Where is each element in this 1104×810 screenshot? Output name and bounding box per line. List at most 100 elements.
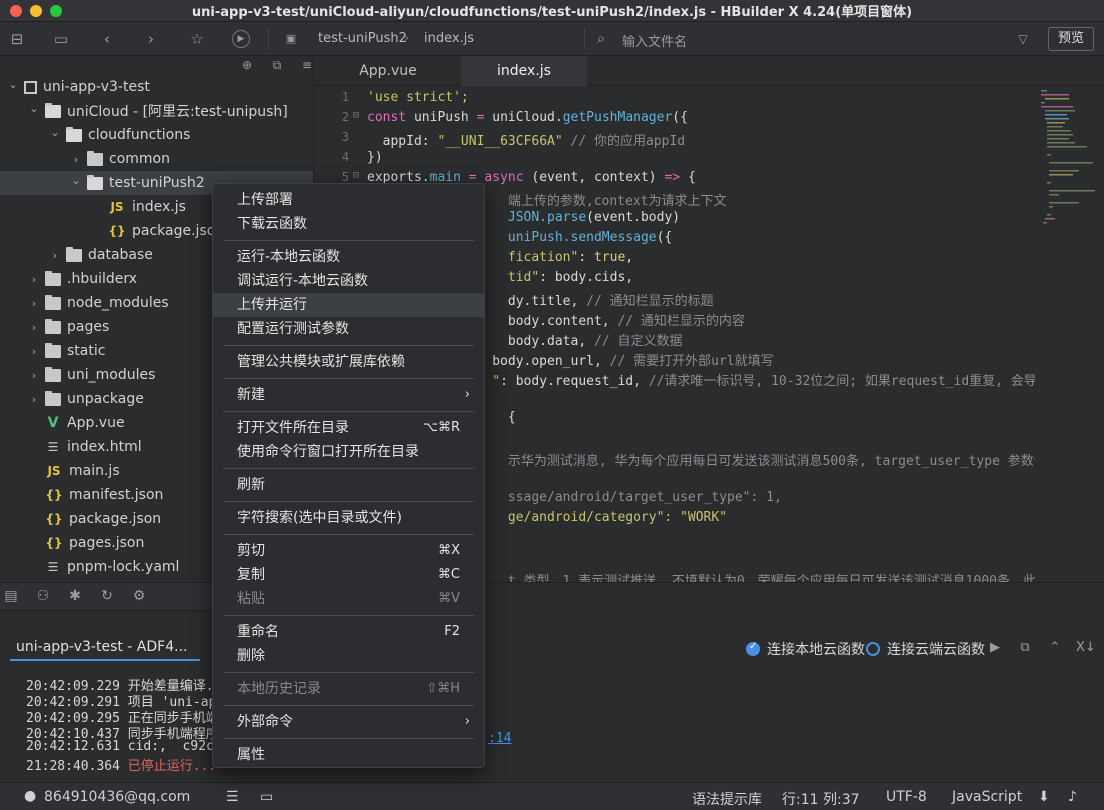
syntax-lib-label[interactable]: 语法提示库 bbox=[692, 789, 762, 809]
export-icon[interactable]: ⧉ bbox=[1016, 639, 1034, 657]
close-panel-icon[interactable]: X↓ bbox=[1076, 639, 1096, 657]
account-label[interactable]: 864910436@qq.com bbox=[44, 789, 190, 805]
chevron-right-icon[interactable]: › bbox=[48, 249, 62, 262]
breadcrumb-folder[interactable]: test-uniPush2 bbox=[318, 31, 407, 46]
close-window-button[interactable] bbox=[10, 5, 22, 17]
terminal-icon[interactable]: ▭ bbox=[260, 789, 273, 805]
menu-item[interactable]: 上传并运行 bbox=[213, 293, 484, 317]
source-control-icon[interactable]: ↻ bbox=[98, 587, 116, 605]
bug-icon[interactable]: ✱ bbox=[66, 587, 84, 605]
menu-item[interactable]: 使用命令行窗口打开所在目录 bbox=[213, 440, 484, 464]
menu-item[interactable]: 配置运行测试参数 bbox=[213, 317, 484, 341]
menu-separator bbox=[223, 672, 474, 673]
menu-item[interactable]: 复制 ⌘C bbox=[213, 563, 484, 587]
chevron-right-icon[interactable]: › bbox=[27, 321, 41, 334]
chevron-down-icon[interactable]: ⌄ bbox=[69, 174, 83, 187]
encoding-label[interactable]: UTF-8 bbox=[886, 789, 927, 805]
chevron-down-icon[interactable]: ⌄ bbox=[6, 78, 20, 91]
project-manager-icon[interactable]: ▤ bbox=[2, 587, 20, 605]
star-icon[interactable]: ☆ bbox=[188, 30, 206, 48]
locate-icon[interactable]: ⊕ bbox=[238, 56, 256, 74]
menu-item[interactable]: 上传部署 bbox=[213, 188, 484, 212]
yaml-file-icon: ☰ bbox=[47, 560, 59, 574]
cursor-position[interactable]: 行:11 列:37 bbox=[782, 789, 860, 809]
menu-item[interactable]: 重命名 F2 bbox=[213, 620, 484, 644]
debug-icon[interactable]: ⚇ bbox=[34, 587, 52, 605]
tree-item-label: pages.json bbox=[69, 535, 145, 551]
code-token: JSON.parse bbox=[507, 210, 587, 225]
log-link[interactable]: :14 bbox=[488, 731, 511, 746]
chevron-right-icon[interactable]: › bbox=[69, 153, 83, 166]
tree-item[interactable]: › common bbox=[0, 147, 313, 171]
explorer-menu-icon[interactable]: ≡ bbox=[298, 56, 313, 74]
code-token: uniPush bbox=[413, 110, 477, 125]
chevron-down-icon[interactable]: ⌄ bbox=[27, 102, 41, 115]
collapse-all-icon[interactable]: ⧉ bbox=[268, 56, 286, 74]
menu-separator bbox=[223, 705, 474, 706]
menu-item-label: 上传部署 bbox=[237, 192, 293, 208]
menu-item[interactable]: 字符搜索(选中目录或文件) bbox=[213, 506, 484, 530]
maximize-window-button[interactable] bbox=[50, 5, 62, 17]
run-icon[interactable]: ▶ bbox=[232, 30, 250, 48]
language-label[interactable]: JavaScript bbox=[952, 789, 1022, 805]
bell-icon[interactable]: ♪ bbox=[1068, 789, 1077, 805]
tab-app-vue[interactable]: App.vue bbox=[315, 56, 461, 86]
fold-icon[interactable]: ⊟ bbox=[353, 170, 359, 181]
menu-item[interactable]: 外部命令 › bbox=[213, 710, 484, 734]
window-controls bbox=[10, 5, 62, 17]
tree-item[interactable]: ⌄ uniCloud - [阿里云:test-unipush] bbox=[0, 99, 313, 123]
toggle-sidebar-icon[interactable]: ⊟ bbox=[8, 30, 26, 48]
code-token: { bbox=[687, 170, 696, 185]
back-icon[interactable]: ‹ bbox=[98, 30, 116, 48]
radio-connect-local[interactable]: 连接本地云函数 bbox=[746, 639, 865, 659]
menu-item[interactable]: 剪切 ⌘X bbox=[213, 539, 484, 563]
preview-button[interactable]: 预览 bbox=[1048, 27, 1094, 51]
tree-item[interactable]: ⌄ uni-app-v3-test bbox=[0, 75, 313, 99]
radio-connect-cloud[interactable]: 连接云端云函数 bbox=[866, 639, 985, 659]
menu-item[interactable]: 下载云函数 bbox=[213, 212, 484, 236]
plugin-icon[interactable]: ⚙ bbox=[130, 587, 148, 605]
tab-index-js[interactable]: index.js bbox=[461, 56, 587, 86]
chevron-right-icon[interactable]: › bbox=[27, 393, 41, 406]
tree-item[interactable]: ⌄ cloudfunctions bbox=[0, 123, 313, 147]
chevron-up-icon[interactable]: ⌃ bbox=[1046, 639, 1064, 657]
chevron-right-icon[interactable]: › bbox=[27, 345, 41, 358]
menu-item[interactable]: 管理公共模块或扩展库依赖 bbox=[213, 350, 484, 374]
menu-item[interactable]: 删除 bbox=[213, 644, 484, 668]
chevron-down-icon[interactable]: ⌄ bbox=[48, 126, 62, 139]
code-token: 'use strict'; bbox=[367, 90, 469, 105]
console-tab[interactable]: uni-app-v3-test - ADF4... bbox=[16, 639, 187, 655]
menu-item-label: 复制 bbox=[237, 567, 265, 583]
chevron-right-icon[interactable]: › bbox=[27, 273, 41, 286]
line-number: 4 bbox=[341, 150, 349, 164]
code-text: 'use strict'; bbox=[367, 90, 469, 105]
chevron-right-icon[interactable]: › bbox=[27, 369, 41, 382]
download-icon[interactable]: ⬇ bbox=[1038, 789, 1050, 805]
json-file-icon: {} bbox=[45, 512, 63, 526]
filter-icon[interactable]: ▽ bbox=[1014, 30, 1032, 48]
forward-icon[interactable]: › bbox=[142, 30, 160, 48]
menu-item[interactable]: 调试运行-本地云函数 bbox=[213, 269, 484, 293]
chevron-right-icon[interactable]: › bbox=[27, 297, 41, 310]
menu-item-label: 使用命令行窗口打开所在目录 bbox=[237, 444, 419, 460]
js-file-icon: JS bbox=[110, 200, 124, 214]
menu-item[interactable]: 运行-本地云函数 bbox=[213, 245, 484, 269]
list-icon[interactable]: ☰ bbox=[226, 789, 239, 805]
save-icon[interactable]: ▭ bbox=[52, 30, 70, 48]
minimize-window-button[interactable] bbox=[30, 5, 42, 17]
menu-item[interactable]: 刷新 bbox=[213, 473, 484, 497]
menu-item[interactable]: 新建 › bbox=[213, 383, 484, 407]
file-search-input[interactable]: 输入文件名 bbox=[622, 31, 687, 50]
account-icon[interactable]: ● bbox=[24, 788, 36, 804]
folder-icon bbox=[45, 318, 61, 334]
js-file-icon: JS bbox=[47, 464, 61, 478]
run-console-icon[interactable]: ▶ bbox=[986, 639, 1004, 657]
tree-item-label: static bbox=[67, 343, 106, 359]
breadcrumb-file[interactable]: index.js bbox=[424, 31, 474, 46]
code-token: // 你的应用appId bbox=[562, 134, 686, 149]
menu-item[interactable]: 属性 bbox=[213, 743, 484, 767]
fold-icon[interactable]: ⊟ bbox=[353, 110, 359, 121]
menu-item-label: 本地历史记录 bbox=[237, 681, 321, 697]
minimap[interactable] bbox=[1039, 86, 1104, 582]
menu-item[interactable]: 打开文件所在目录 ⌥⌘R bbox=[213, 416, 484, 440]
